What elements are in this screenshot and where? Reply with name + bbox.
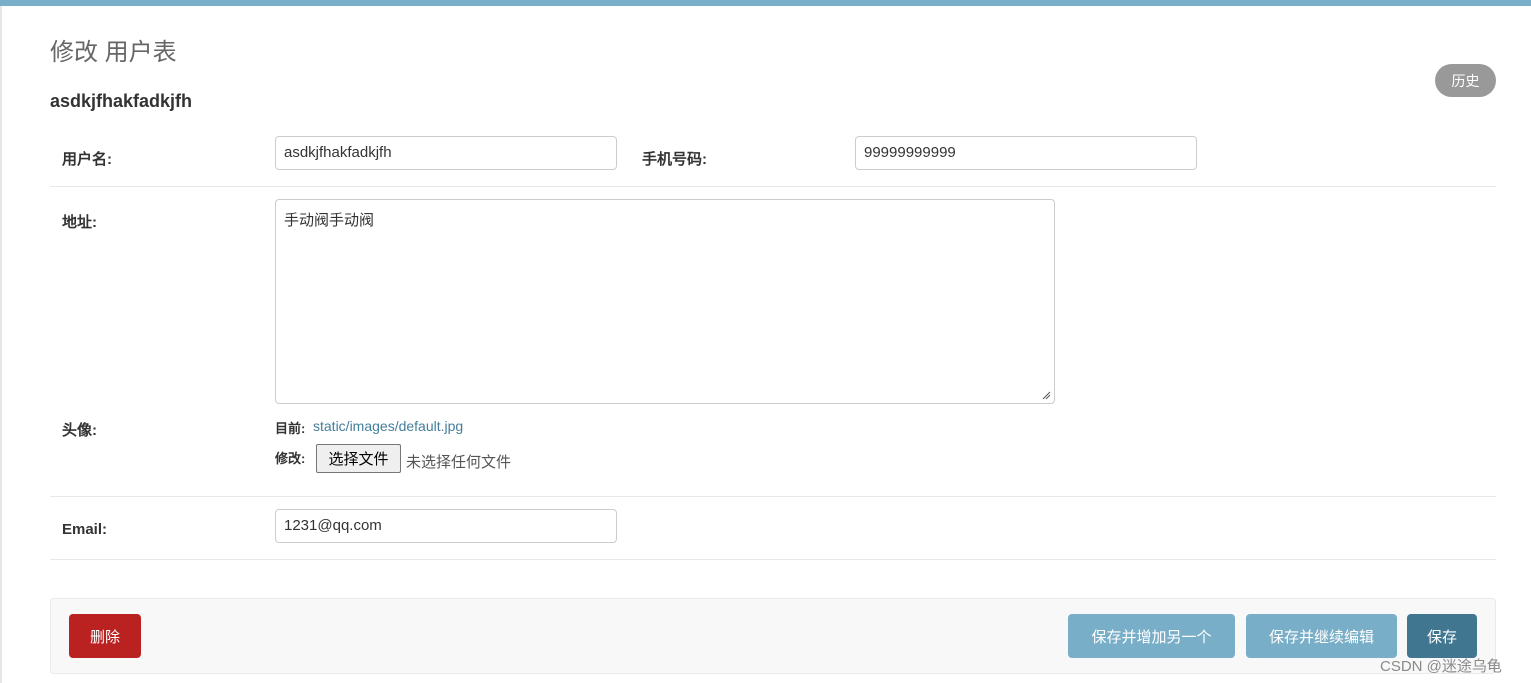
save-and-add-another-button[interactable]: 保存并增加另一个: [1068, 614, 1235, 658]
file-status-text: 未选择任何文件: [406, 454, 512, 471]
address-text: 手动阀手动阀: [284, 212, 375, 229]
save-button[interactable]: 保存: [1407, 614, 1477, 658]
email-input[interactable]: 1231@qq.com: [275, 509, 617, 543]
left-border: [0, 6, 2, 683]
history-button[interactable]: 历史: [1435, 64, 1496, 97]
choose-file-button[interactable]: 选择文件: [316, 444, 401, 473]
avatar-current-label: 目前:: [275, 421, 306, 436]
avatar-label: 头像:: [62, 422, 97, 439]
save-and-continue-button[interactable]: 保存并继续编辑: [1246, 614, 1397, 658]
address-textarea[interactable]: 手动阀手动阀: [275, 199, 1055, 404]
top-accent-bar: [0, 0, 1531, 6]
row-divider: [50, 496, 1496, 497]
address-label: 地址:: [62, 214, 97, 231]
resize-grip-icon[interactable]: [1041, 390, 1051, 400]
avatar-current-link[interactable]: static/images/default.jpg: [313, 418, 463, 434]
username-label: 用户名:: [62, 151, 112, 168]
username-input[interactable]: asdkjfhakfadkjfh: [275, 136, 617, 170]
phone-input[interactable]: 99999999999: [855, 136, 1197, 170]
object-title: asdkjfhakfadkjfh: [50, 91, 193, 111]
row-divider: [50, 186, 1496, 187]
delete-button[interactable]: 删除: [69, 614, 141, 658]
phone-label: 手机号码:: [642, 151, 707, 168]
watermark: CSDN @迷途乌龟: [1380, 658, 1502, 675]
page-title: 修改 用户表: [50, 39, 177, 66]
avatar-change-label: 修改:: [275, 451, 306, 466]
email-label: Email:: [62, 521, 108, 538]
row-divider: [50, 559, 1496, 560]
